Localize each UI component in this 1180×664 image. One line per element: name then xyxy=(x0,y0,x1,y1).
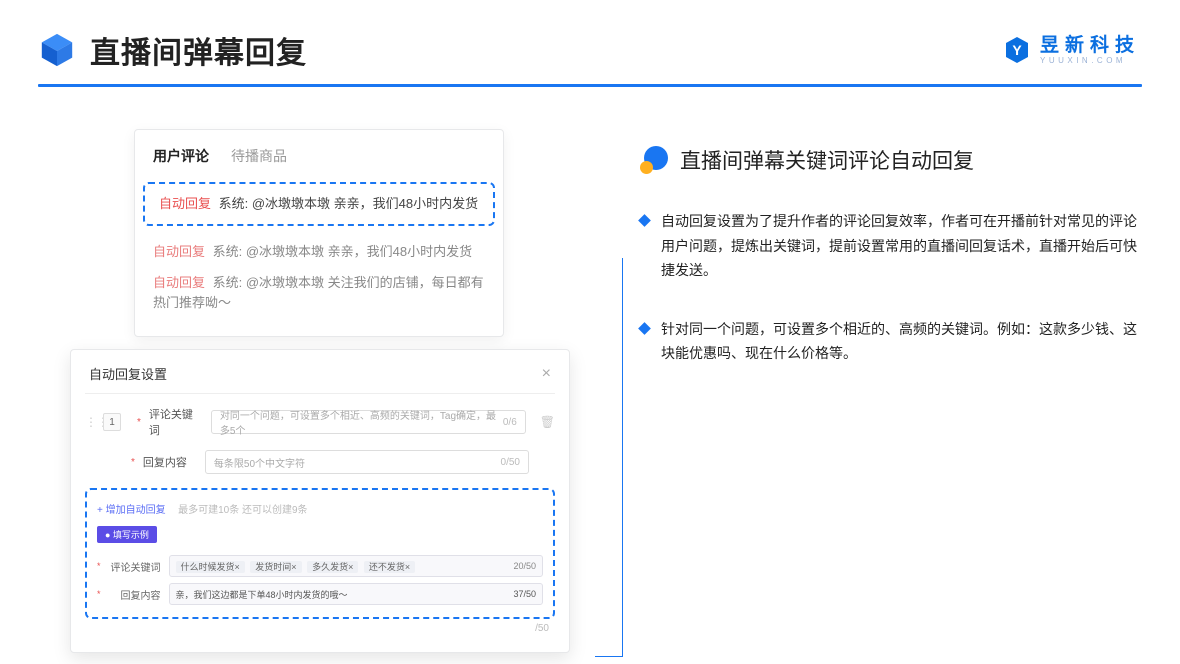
bubble-icon xyxy=(640,146,668,174)
content-row: * 回复内容 每条限50个中文字符 0/50 xyxy=(85,450,555,474)
content-input[interactable]: 每条限50个中文字符 0/50 xyxy=(205,450,529,474)
tag[interactable]: 还不发货× xyxy=(364,561,415,573)
delete-icon[interactable]: 🗑 xyxy=(540,415,555,429)
tag[interactable]: 什么时候发货× xyxy=(176,561,245,573)
bullet-2: 针对同一个问题，可设置多个相近的、高频的关键词。例如：这款多少钱、这块能优惠吗、… xyxy=(640,317,1140,366)
comments-panel: 用户评论 待播商品 自动回复 系统: @冰墩墩本墩 亲亲，我们48小时内发货 自… xyxy=(134,129,504,337)
settings-dialog: 自动回复设置 × ⋮⋮ 1 * 评论关键词 对同一个问题，可设置多个相近、高频的… xyxy=(70,349,570,653)
tag[interactable]: 发货时间× xyxy=(250,561,301,573)
content-label: 回复内容 xyxy=(143,454,197,470)
brand-name: 昱新科技 xyxy=(1040,36,1140,55)
keyword-input[interactable]: 对同一个问题，可设置多个相近、高频的关键词，Tag确定，最多5个 0/6 xyxy=(211,410,526,434)
auto-reply-line-2: 自动回复 系统: @冰墩墩本墩 亲亲，我们48小时内发货 xyxy=(135,236,503,268)
page-title: 直播间弹幕回复 xyxy=(90,28,307,72)
header: 直播间弹幕回复 Y 昱新科技 YUUXIN.COM xyxy=(0,0,1180,84)
subhead: 直播间弹幕关键词评论自动回复 xyxy=(640,145,1140,175)
connector-line xyxy=(595,258,623,657)
brand-mark-icon: Y xyxy=(1002,35,1032,65)
cube-icon xyxy=(38,31,76,69)
auto-reply-highlight: 自动回复 系统: @冰墩墩本墩 亲亲，我们48小时内发货 xyxy=(155,194,483,214)
example-keyword-row: * 评论关键词 什么时候发货× 发货时间× 多久发货× 还不发货× 20/50 xyxy=(97,555,543,577)
diamond-icon xyxy=(638,214,651,227)
bullet-1: 自动回复设置为了提升作者的评论回复效率，作者可在开播前针对常见的评论用户问题，提… xyxy=(640,209,1140,283)
sub-title: 直播间弹幕关键词评论自动回复 xyxy=(680,145,974,175)
example-frame: + 增加自动回复 最多可建10条 还可以创建9条 ● 填写示例 * 评论关键词 … xyxy=(85,488,555,619)
brand-logo: Y 昱新科技 YUUXIN.COM xyxy=(1002,35,1140,65)
header-left: 直播间弹幕回复 xyxy=(38,28,307,72)
screenshot-column: 用户评论 待播商品 自动回复 系统: @冰墩墩本墩 亲亲，我们48小时内发货 自… xyxy=(90,129,550,609)
dialog-title: 自动回复设置 xyxy=(89,364,167,383)
diamond-icon xyxy=(638,322,651,335)
add-reply-link[interactable]: + 增加自动回复 xyxy=(97,505,166,516)
svg-text:Y: Y xyxy=(1012,42,1022,58)
example-content-row: * 回复内容 亲，我们这边都是下单48小时内发货的哦～ 37/50 xyxy=(97,583,543,605)
keyword-label: 评论关键词 xyxy=(149,406,203,438)
drag-handle-icon[interactable]: ⋮⋮ xyxy=(85,415,95,429)
example-content-input[interactable]: 亲，我们这边都是下单48小时内发货的哦～ 37/50 xyxy=(169,583,543,605)
tag[interactable]: 多久发货× xyxy=(307,561,358,573)
description-column: 直播间弹幕关键词评论自动回复 自动回复设置为了提升作者的评论回复效率，作者可在开… xyxy=(640,129,1140,609)
brand-url: YUUXIN.COM xyxy=(1040,57,1140,65)
outer-count: /50 xyxy=(85,619,555,634)
highlight-frame: 自动回复 系统: @冰墩墩本墩 亲亲，我们48小时内发货 xyxy=(143,182,495,226)
auto-reply-line-3: 自动回复 系统: @冰墩墩本墩 关注我们的店铺，每日都有热门推荐呦～ xyxy=(135,267,503,318)
example-pill: ● 填写示例 xyxy=(97,526,157,543)
sequence-number: 1 xyxy=(103,413,121,431)
tab-user-comments[interactable]: 用户评论 xyxy=(153,146,209,166)
auto-reply-badge: 自动回复 xyxy=(159,196,211,211)
example-keyword-input[interactable]: 什么时候发货× 发货时间× 多久发货× 还不发货× 20/50 xyxy=(169,555,543,577)
add-reply-note: 最多可建10条 还可以创建9条 xyxy=(178,505,307,516)
close-icon[interactable]: × xyxy=(542,365,551,383)
auto-reply-text: 系统: @冰墩墩本墩 亲亲，我们48小时内发货 xyxy=(219,196,479,211)
tab-pending-goods[interactable]: 待播商品 xyxy=(231,146,287,166)
keyword-row: ⋮⋮ 1 * 评论关键词 对同一个问题，可设置多个相近、高频的关键词，Tag确定… xyxy=(85,406,555,438)
